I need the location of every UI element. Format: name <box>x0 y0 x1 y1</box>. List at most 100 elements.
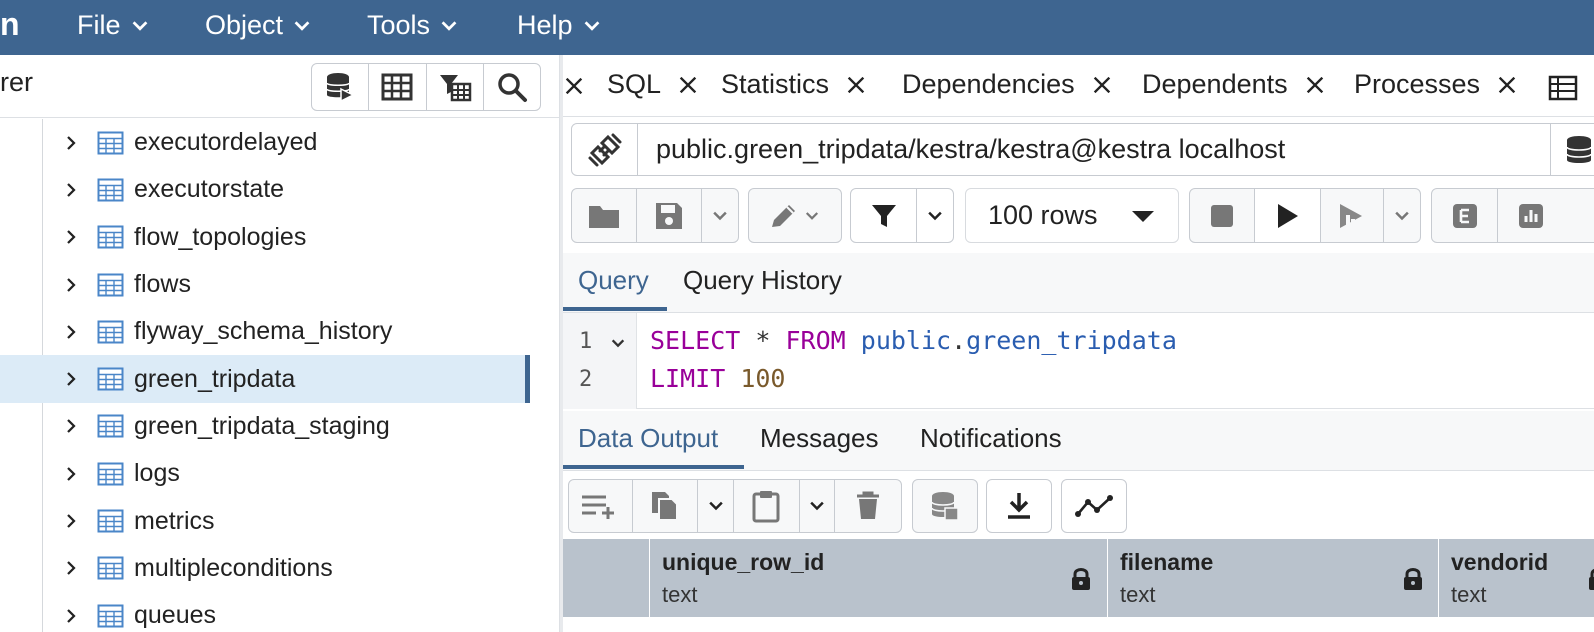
edit-options-button[interactable] <box>749 189 841 242</box>
close-icon[interactable] <box>845 74 867 96</box>
chevron-right-icon[interactable] <box>62 607 80 625</box>
tab-dependencies-label: Dependencies <box>902 69 1075 99</box>
sql-editor[interactable]: 1 2 SELECT * FROM public.green_tripdata … <box>563 313 1594 409</box>
close-icon[interactable] <box>677 74 699 96</box>
explain-button[interactable] <box>1321 189 1385 242</box>
rows-limit-select[interactable]: 100 rows <box>965 188 1179 243</box>
keyword-limit: LIMIT <box>650 364 726 393</box>
tab-processes[interactable]: Processes <box>1354 69 1518 100</box>
table-icon[interactable] <box>1548 75 1578 101</box>
menu-help[interactable]: Help <box>517 10 603 41</box>
column-header-vendorid[interactable]: vendorid text <box>1439 539 1594 617</box>
plug-disconnected-icon <box>588 133 621 166</box>
chevron-right-icon[interactable] <box>62 276 80 294</box>
close-icon[interactable] <box>1304 74 1326 96</box>
chevron-right-icon[interactable] <box>62 465 80 483</box>
tree-item[interactable]: green_tripdata <box>0 355 530 404</box>
menu-tools[interactable]: Tools <box>367 10 460 41</box>
chevron-right-icon[interactable] <box>62 134 80 152</box>
tree-item[interactable]: logs <box>0 450 530 497</box>
tab-sql[interactable]: SQL <box>607 69 699 100</box>
browser-toolbar <box>311 63 541 111</box>
tree-item-label: green_tripdata_staging <box>134 411 390 440</box>
save-data-changes-button[interactable] <box>913 480 977 532</box>
close-icon[interactable] <box>563 75 585 97</box>
tab-messages[interactable]: Messages <box>760 423 879 454</box>
chevron-down-icon <box>805 211 819 220</box>
tree-item[interactable]: executorstate <box>0 166 530 213</box>
open-file-button[interactable] <box>572 189 637 242</box>
stop-button[interactable] <box>1190 189 1256 242</box>
paste-button[interactable] <box>734 480 800 532</box>
graph-visualiser-button[interactable] <box>1062 480 1126 532</box>
tree-item[interactable]: flows <box>0 261 530 308</box>
copy-options-dropdown[interactable] <box>698 480 734 532</box>
column-header-unique-row-id[interactable]: unique_row_id text <box>650 539 1108 617</box>
tree-item[interactable]: metrics <box>0 497 530 544</box>
filter-button[interactable] <box>851 189 917 242</box>
tree-item[interactable]: queues <box>0 592 530 632</box>
chevron-right-icon[interactable] <box>62 370 80 388</box>
statistics-button[interactable] <box>1498 189 1564 242</box>
menu-object[interactable]: Object <box>205 10 313 41</box>
chevron-right-icon[interactable] <box>62 181 80 199</box>
trash-icon <box>857 491 880 519</box>
tree-item[interactable]: executordelayed <box>0 119 530 166</box>
tab-dependencies[interactable]: Dependencies <box>902 69 1113 100</box>
menu-file[interactable]: File <box>77 10 151 41</box>
column-type: text <box>1120 582 1156 607</box>
code-line-2: LIMIT 100 <box>650 364 785 393</box>
add-row-button[interactable] <box>569 480 633 532</box>
new-connection-button[interactable] <box>1550 124 1594 175</box>
save-options-dropdown[interactable] <box>702 189 738 242</box>
filter-rows-button[interactable] <box>427 64 484 110</box>
tree-item[interactable]: multipleconditions <box>0 545 530 592</box>
table-name: green_tripdata <box>966 326 1177 355</box>
column-header-filename[interactable]: filename text <box>1108 539 1439 617</box>
tree-item-label: flows <box>134 270 191 299</box>
execute-button[interactable] <box>1255 189 1321 242</box>
tab-query-history[interactable]: Query History <box>683 265 842 296</box>
save-file-button[interactable] <box>637 189 702 242</box>
copy-button[interactable] <box>633 480 699 532</box>
column-type: text <box>662 582 698 607</box>
lock-icon <box>1404 568 1422 590</box>
menu-object-label: Object <box>205 10 284 40</box>
close-icon[interactable] <box>1496 74 1518 96</box>
chevron-right-icon[interactable] <box>62 228 80 246</box>
tab-query[interactable]: Query <box>578 265 649 296</box>
execute-options-dropdown[interactable] <box>1384 189 1420 242</box>
connection-status-button[interactable] <box>572 124 638 175</box>
table-icon <box>97 367 124 391</box>
paste-options-dropdown[interactable] <box>800 480 836 532</box>
tab-notifications[interactable]: Notifications <box>920 423 1062 454</box>
close-icon[interactable] <box>1091 74 1113 96</box>
tree-item[interactable]: green_tripdata_staging <box>0 403 530 450</box>
chevron-down-icon <box>713 211 727 220</box>
chevron-right-icon[interactable] <box>62 512 80 530</box>
tab-data-output[interactable]: Data Output <box>578 423 718 454</box>
filter-options-dropdown[interactable] <box>917 189 953 242</box>
tab-dependents[interactable]: Dependents <box>1142 69 1326 100</box>
explain-analyze-button[interactable] <box>1432 189 1498 242</box>
query-tool-button[interactable] <box>312 64 370 110</box>
tree-item[interactable]: flow_topologies <box>0 214 530 261</box>
tree-item[interactable]: flyway_schema_history <box>0 308 530 355</box>
view-data-button[interactable] <box>369 64 427 110</box>
connection-select[interactable]: public.green_tripdata/kestra/kestra@kest… <box>638 124 1550 175</box>
search-button[interactable] <box>484 64 540 110</box>
query-tabs: Query Query History <box>563 253 1594 313</box>
tab-statistics[interactable]: Statistics <box>721 69 867 100</box>
chevron-right-icon[interactable] <box>62 323 80 341</box>
fold-chevron-icon[interactable] <box>610 335 626 351</box>
add-row-icon <box>582 495 615 519</box>
download-button[interactable] <box>987 480 1051 532</box>
chevron-right-icon[interactable] <box>62 417 80 435</box>
chevron-down-icon <box>928 211 942 220</box>
main-tabs: SQL Statistics Dependencies Dependents P… <box>563 55 1594 117</box>
analysis-toolbar-group <box>1431 188 1594 243</box>
database-icon <box>1566 135 1592 163</box>
delete-row-button[interactable] <box>835 480 901 532</box>
chevron-right-icon[interactable] <box>62 559 80 577</box>
asterisk: * <box>755 326 771 355</box>
